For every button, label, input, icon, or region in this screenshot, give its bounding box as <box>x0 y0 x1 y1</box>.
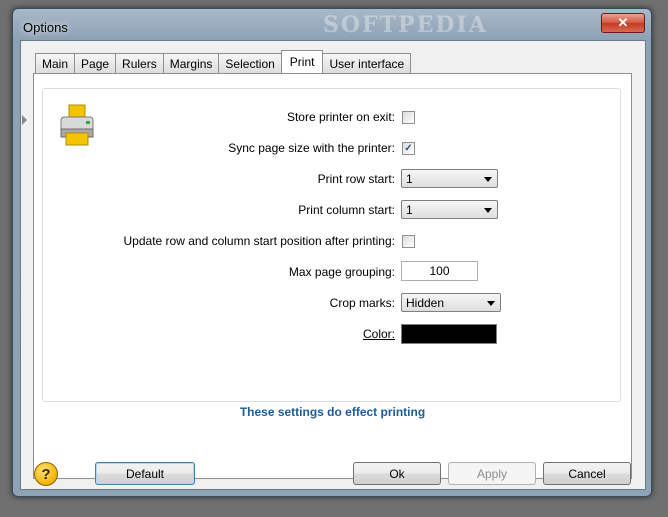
client-area: Main Page Rulers Margins Selection Print… <box>20 40 646 490</box>
checkmark-icon: ✓ <box>404 142 413 154</box>
crop-marks-dropdown[interactable]: Hidden <box>401 293 501 312</box>
color-label: Color: <box>362 327 395 341</box>
update-start-label: Update row and column start position aft… <box>123 234 395 248</box>
default-button[interactable]: Default <box>95 462 195 485</box>
tab-strip: Main Page Rulers Margins Selection Print… <box>35 50 412 73</box>
tab-user-interface[interactable]: User interface <box>322 53 412 73</box>
print-row-start-value: 1 <box>406 171 413 186</box>
print-row-start-dropdown[interactable]: 1 <box>401 169 498 188</box>
max-page-grouping-input[interactable]: 100 <box>401 261 478 281</box>
tab-rulers[interactable]: Rulers <box>115 53 164 73</box>
close-button[interactable]: ✕ <box>601 13 645 33</box>
tab-selection[interactable]: Selection <box>218 53 282 73</box>
store-printer-checkbox[interactable] <box>402 111 415 124</box>
ok-button[interactable]: Ok <box>353 462 441 485</box>
tab-main[interactable]: Main <box>35 53 76 73</box>
print-column-start-value: 1 <box>406 202 413 217</box>
tab-print[interactable]: Print <box>280 50 324 73</box>
help-icon[interactable]: ? <box>34 462 58 486</box>
print-settings-group: Store printer on exit: Sync page size wi… <box>42 88 621 402</box>
options-window: SOFTPEDIA Options ✕ Main Page Rulers Mar… <box>12 8 652 497</box>
close-icon: ✕ <box>617 15 629 30</box>
window-title: Options <box>23 20 68 35</box>
tab-margins[interactable]: Margins <box>162 53 220 73</box>
print-column-start-label: Print column start: <box>298 203 395 217</box>
update-start-checkbox[interactable] <box>402 235 415 248</box>
print-settings-note: These settings do effect printing <box>239 405 426 419</box>
print-row-start-label: Print row start: <box>317 172 395 186</box>
chevron-down-icon <box>484 208 492 213</box>
cancel-button[interactable]: Cancel <box>543 462 631 485</box>
chevron-down-icon <box>487 301 495 306</box>
tab-page[interactable]: Page <box>74 53 117 73</box>
watermark: SOFTPEDIA <box>323 12 488 38</box>
apply-button[interactable]: Apply <box>448 462 536 485</box>
max-page-grouping-label: Max page grouping: <box>288 265 395 279</box>
crop-marks-label: Crop marks: <box>329 296 395 310</box>
print-column-start-dropdown[interactable]: 1 <box>401 200 498 219</box>
store-printer-label: Store printer on exit: <box>286 110 395 124</box>
side-arrow-icon <box>22 115 27 125</box>
print-tab-panel: Store printer on exit: Sync page size wi… <box>33 73 632 479</box>
sync-page-size-checkbox[interactable]: ✓ <box>402 142 415 155</box>
crop-marks-value: Hidden <box>406 295 445 310</box>
color-swatch-button[interactable] <box>401 324 497 344</box>
sync-page-size-label: Sync page size with the printer: <box>228 141 395 155</box>
printer-icon <box>60 104 94 146</box>
chevron-down-icon <box>484 177 492 182</box>
